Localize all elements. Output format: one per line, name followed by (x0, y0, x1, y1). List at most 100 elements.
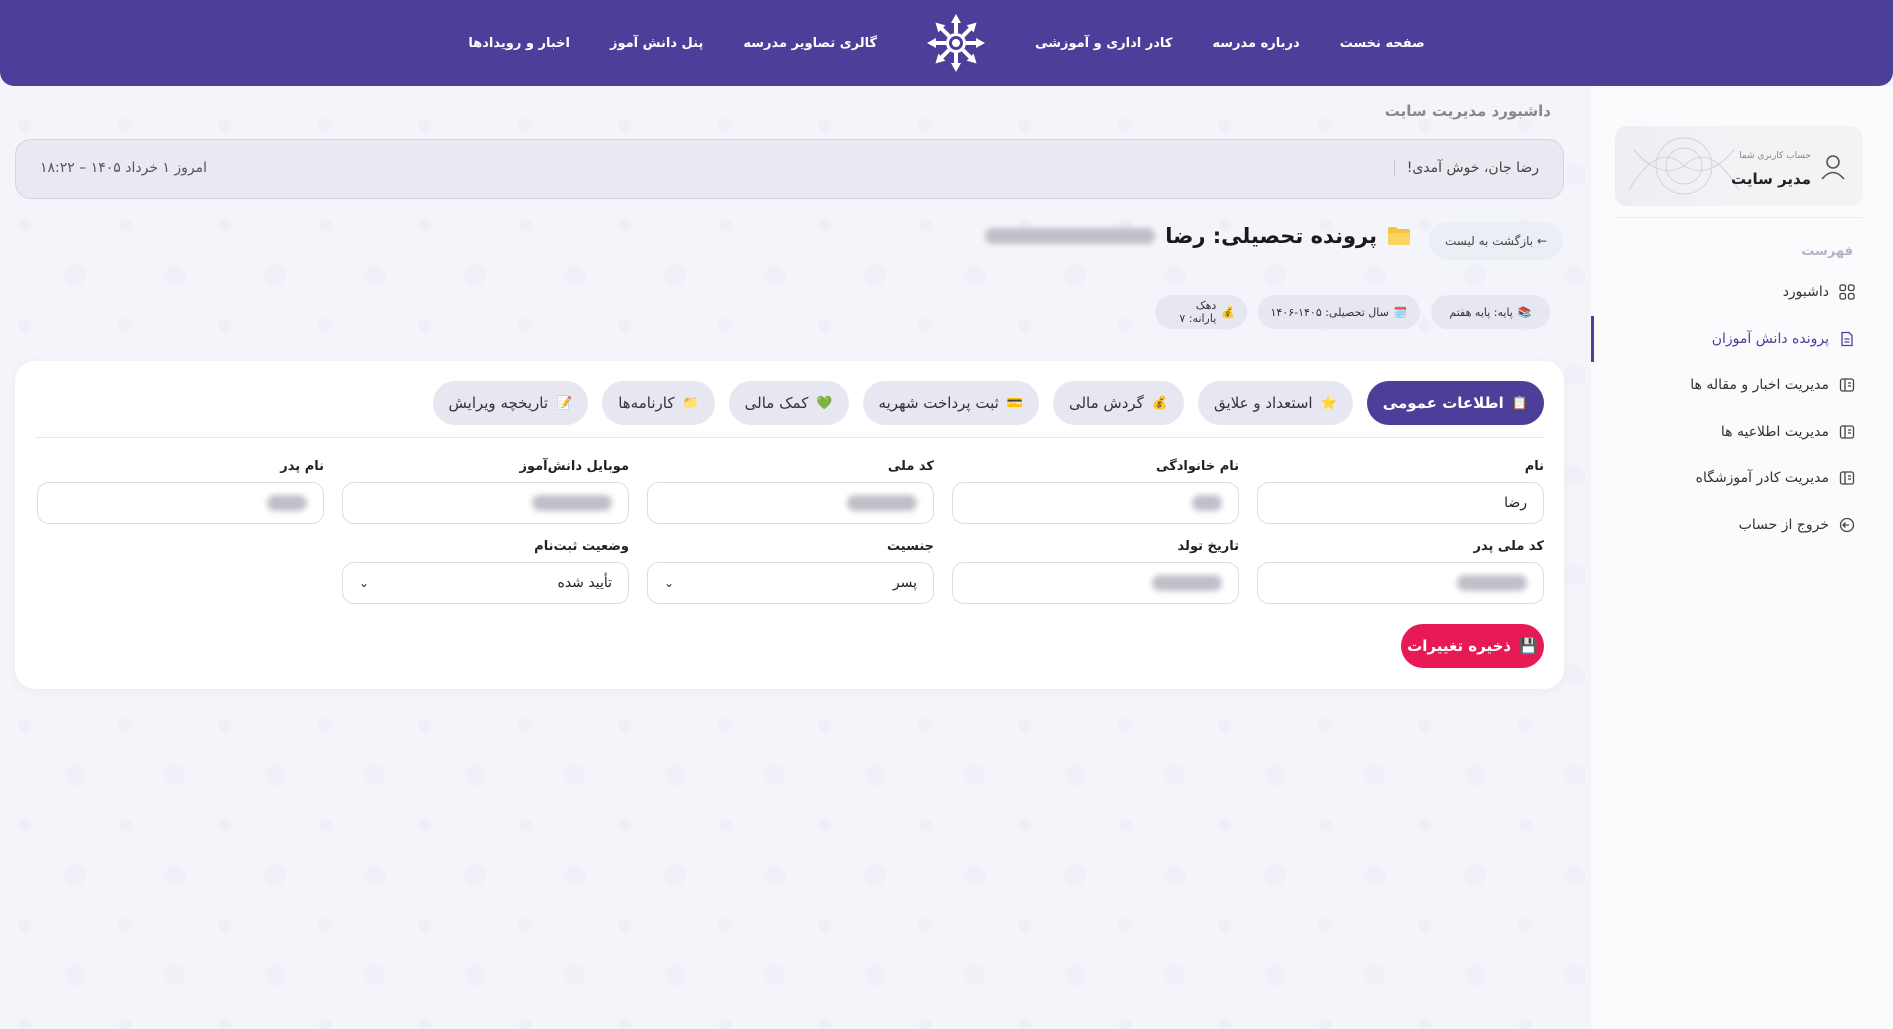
redacted-value (847, 495, 917, 511)
registration-status-select[interactable]: تأیید شده ⌄ (342, 562, 629, 604)
book-icon (1839, 471, 1855, 485)
nav-home[interactable]: صفحه نخست (1340, 36, 1425, 51)
subsidy-chip: 💰 دهک یارانه: ۷ (1155, 295, 1247, 329)
user-icon (1821, 155, 1845, 180)
father-national-id-field-group: کد ملی پدر (1257, 539, 1544, 604)
tab-label: کارنامه‌ها (618, 394, 675, 412)
tab-talents[interactable]: ⭐ استعداد و علایق (1198, 381, 1353, 425)
grade-chip-text: پایه: پایه هفتم (1449, 305, 1513, 319)
tab-financial-flow[interactable]: 💰 گردش مالی (1052, 381, 1185, 425)
redacted-value (1192, 495, 1222, 511)
nav-staff[interactable]: کادر اداری و آموزشی (1035, 36, 1172, 51)
book-icon (1839, 378, 1855, 392)
registration-status-field-group: وضعیت ثبت‌نام تأیید شده ⌄ (342, 539, 629, 604)
nav-about[interactable]: درباره مدرسه (1212, 36, 1299, 51)
national-id-field-group: کد ملی (647, 459, 934, 524)
chevron-down-icon: ⌄ (664, 576, 675, 590)
book-icon (1839, 425, 1855, 439)
sidebar-item-label: مدیریت اطلاعیه ها (1720, 424, 1829, 440)
last-name-input[interactable] (952, 482, 1239, 524)
gender-select[interactable]: پسر ⌄ (647, 562, 934, 604)
first-name-input[interactable]: رضا (1257, 482, 1544, 524)
mobile-field-group: موبایل دانش‌آموز (342, 459, 629, 524)
folder-icon (1388, 227, 1410, 245)
money-bag-icon: 💰 (1151, 395, 1169, 411)
calendar-icon: 🗓️ (1393, 305, 1408, 319)
tab-report-cards[interactable]: 📁 کارنامه‌ها (602, 381, 715, 425)
tab-general-info[interactable]: 📋 اطلاعات عمومی (1366, 381, 1544, 425)
registration-status-value: تأیید شده (557, 575, 613, 591)
account-card[interactable]: حساب کاربری شما مدیر سایت (1615, 126, 1863, 206)
father-name-input[interactable] (37, 482, 324, 524)
birth-date-input[interactable] (952, 562, 1239, 604)
date-text: امروز ۱ خرداد ۱۴۰۵ – ۱۸:۲۲ (40, 160, 208, 176)
grade-chip: 📚 پایه: پایه هفتم (1431, 295, 1550, 329)
back-to-list-button[interactable]: ← بازگشت به لیست (1429, 222, 1563, 260)
nav-gallery[interactable]: گالری تصاویر مدرسه (743, 36, 877, 51)
save-button[interactable]: 💾 ذخیره تغییرات (1401, 624, 1544, 668)
father-name-field-group: نام پدر (37, 459, 324, 524)
tab-label: اطلاعات عمومی (1382, 394, 1504, 412)
tab-financial-aid[interactable]: 💚 کمک مالی (728, 381, 849, 425)
sidebar-item-dashboard[interactable]: داشبورد (1783, 280, 1855, 304)
save-button-label: ذخیره تغییرات (1407, 637, 1512, 655)
clipboard-icon: 📋 (1511, 395, 1528, 411)
floppy-disk-icon: 💾 (1519, 637, 1538, 655)
sidebar-item-student-files[interactable]: پرونده دانش آموزان (1712, 327, 1855, 351)
gender-label: جنسیت (887, 539, 934, 554)
folder-icon: 📁 (682, 395, 699, 411)
grid-icon (1839, 284, 1855, 300)
sidebar-item-logout[interactable]: خروج از حساب (1739, 513, 1855, 537)
tab-label: ثبت پرداخت شهریه (878, 394, 999, 412)
nav-student-panel[interactable]: پنل دانش آموز (610, 36, 703, 51)
father-name-label: نام پدر (280, 459, 324, 474)
top-navigation: صفحه نخست درباره مدرسه کادر اداری و آموز… (0, 0, 1893, 86)
mobile-input[interactable] (342, 482, 629, 524)
gender-field-group: جنسیت پسر ⌄ (647, 539, 934, 604)
father-national-id-input[interactable] (1257, 562, 1544, 604)
registration-status-label: وضعیت ثبت‌نام (534, 539, 629, 554)
memo-icon: 📝 (556, 395, 573, 411)
birth-date-label: تاریخ تولد (1177, 539, 1239, 554)
tab-tuition-payment[interactable]: 💳 ثبت پرداخت شهریه (862, 381, 1039, 425)
tab-label: استعداد و علایق (1214, 394, 1313, 412)
ornament-decoration (1628, 137, 1740, 195)
sidebar-item-staff[interactable]: مدیریت کادر آموزشگاه (1696, 466, 1855, 490)
school-year-chip: 🗓️ سال تحصیلی: ۱۴۰۵-۱۴۰۶ (1258, 295, 1420, 329)
nav-news[interactable]: اخبار و رویدادها (468, 36, 570, 51)
last-name-label: نام خانوادگی (1156, 459, 1239, 474)
sidebar-item-announcements[interactable]: مدیریت اطلاعیه ها (1721, 420, 1855, 444)
redacted-last-name (985, 228, 1156, 244)
father-national-id-label: کد ملی پدر (1473, 539, 1544, 554)
school-year-chip-text: سال تحصیلی: ۱۴۰۵-۱۴۰۶ (1270, 305, 1389, 319)
school-logo[interactable] (925, 12, 987, 74)
active-indicator (1591, 316, 1594, 362)
tab-label: گردش مالی (1068, 394, 1144, 412)
sidebar-item-label: مدیریت کادر آموزشگاه (1695, 470, 1829, 486)
tabs: 📋 اطلاعات عمومی ⭐ استعداد و علایق 💰 گردش… (432, 381, 1544, 425)
national-id-label: کد ملی (887, 459, 934, 474)
money-bag-icon: 💰 (1221, 305, 1235, 319)
national-id-input[interactable] (647, 482, 934, 524)
gender-value: پسر (892, 575, 917, 591)
sidebar-item-label: داشبورد (1782, 284, 1829, 300)
sidebar: حساب کاربری شما مدیر سایت فهرست داشبورد … (1591, 86, 1893, 1029)
page-title: داشبورد مدیریت سایت (1384, 102, 1551, 120)
tab-edit-history[interactable]: 📝 تاریخچه ویرایش (432, 381, 589, 425)
birth-date-field-group: تاریخ تولد (952, 539, 1239, 604)
redacted-value (267, 495, 307, 511)
subsidy-chip-text: دهک یارانه: ۷ (1179, 299, 1217, 325)
star-icon: ⭐ (1320, 395, 1337, 411)
first-name-field-group: نام رضا (1257, 459, 1544, 524)
mobile-label: موبایل دانش‌آموز (519, 459, 630, 474)
redacted-value (532, 495, 612, 511)
sidebar-item-news[interactable]: مدیریت اخبار و مقاله ها (1690, 373, 1855, 397)
student-file-card: 📋 اطلاعات عمومی ⭐ استعداد و علایق 💰 گردش… (15, 361, 1564, 689)
sidebar-item-label: مدیریت اخبار و مقاله ها (1690, 377, 1829, 393)
sidebar-item-label: پرونده دانش آموزان (1711, 331, 1829, 347)
account-label: حساب کاربری شما (1739, 151, 1811, 161)
card-divider (35, 437, 1544, 438)
file-title: پرونده تحصیلی: رضا (985, 224, 1411, 248)
logout-icon (1839, 517, 1855, 533)
books-icon: 📚 (1517, 305, 1532, 319)
